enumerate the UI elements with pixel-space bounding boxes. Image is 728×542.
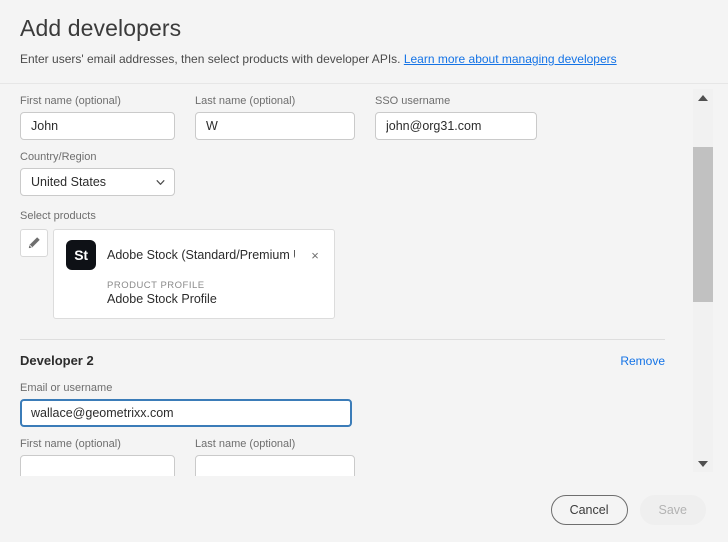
developer1-country-label: Country/Region xyxy=(20,151,97,163)
developer1-last-name-label: Last name (optional) xyxy=(195,95,296,107)
cancel-button[interactable]: Cancel xyxy=(550,495,628,525)
developer1-first-name-group: First name (optional) xyxy=(20,94,175,140)
developer1-sso-username-input[interactable] xyxy=(375,112,537,140)
developer2-email-input[interactable] xyxy=(20,399,352,427)
form-scroll-viewport[interactable]: First name (optional) Last name (optiona… xyxy=(0,84,693,476)
adobe-stock-icon: St xyxy=(66,240,96,270)
edit-products-button[interactable] xyxy=(20,229,48,257)
developer1-sso-username-group: SSO username xyxy=(375,94,537,140)
developer1-last-name-group: Last name (optional) xyxy=(195,94,355,140)
product-card-adobe-stock: St Adobe Stock (Standard/Premium U... × … xyxy=(53,229,335,319)
developer2-first-name-label: First name (optional) xyxy=(20,438,121,450)
developer2-name-row: First name (optional) Last name (optiona… xyxy=(20,437,673,476)
developer1-product-area: St Adobe Stock (Standard/Premium U... × … xyxy=(20,229,673,319)
product-profile-label: PRODUCT PROFILE xyxy=(107,280,205,291)
developer1-first-name-input[interactable] xyxy=(20,112,175,140)
scrollbar-thumb[interactable] xyxy=(693,147,713,302)
developer2-title: Developer 2 xyxy=(20,353,94,368)
dialog-header: Add developers Enter users' email addres… xyxy=(0,0,728,67)
developer2-email-group: Email or username xyxy=(20,381,673,427)
pencil-icon xyxy=(28,237,40,249)
add-developers-dialog: Add developers Enter users' email addres… xyxy=(0,0,728,542)
developer1-sso-username-label: SSO username xyxy=(375,95,451,107)
developer2-first-name-group: First name (optional) xyxy=(20,437,175,476)
developer2-remove-link[interactable]: Remove xyxy=(620,354,665,368)
product-name: Adobe Stock (Standard/Premium U... xyxy=(107,248,295,262)
scroll-down-arrow-icon[interactable] xyxy=(693,455,713,472)
developer2-last-name-input[interactable] xyxy=(195,455,355,476)
developer2-last-name-label: Last name (optional) xyxy=(195,438,296,450)
developer1-first-name-label: First name (optional) xyxy=(20,95,121,107)
save-button: Save xyxy=(639,495,706,525)
learn-more-link[interactable]: Learn more about managing developers xyxy=(404,52,617,66)
developer2-first-name-input[interactable] xyxy=(20,455,175,476)
scroll-up-arrow-icon[interactable] xyxy=(693,89,713,106)
form-content: First name (optional) Last name (optiona… xyxy=(0,94,693,476)
vertical-scrollbar[interactable] xyxy=(693,89,713,472)
close-icon[interactable]: × xyxy=(306,246,324,264)
dialog-description: Enter users' email addresses, then selec… xyxy=(20,51,708,67)
developer1-country-select[interactable]: United States xyxy=(20,168,175,196)
developer2-last-name-group: Last name (optional) xyxy=(195,437,355,476)
developer-section-divider xyxy=(20,339,665,340)
developer1-last-name-input[interactable] xyxy=(195,112,355,140)
developer1-select-products-label: Select products xyxy=(20,210,96,222)
product-card-header: St Adobe Stock (Standard/Premium U... × xyxy=(66,240,324,270)
developer1-country-group: Country/Region United States xyxy=(20,150,673,196)
description-text: Enter users' email addresses, then selec… xyxy=(20,52,401,66)
dialog-footer: Cancel Save xyxy=(0,478,728,542)
page-title: Add developers xyxy=(20,15,182,41)
developer1-select-products-group: Select products St Adobe Stock (Standard… xyxy=(20,209,673,319)
developer1-country-select-value[interactable]: United States xyxy=(20,168,175,196)
product-profile-value: Adobe Stock Profile xyxy=(107,292,217,306)
developer1-name-row: First name (optional) Last name (optiona… xyxy=(20,94,673,140)
developer2-header: Developer 2 Remove xyxy=(20,353,665,368)
developer2-email-label: Email or username xyxy=(20,382,113,394)
